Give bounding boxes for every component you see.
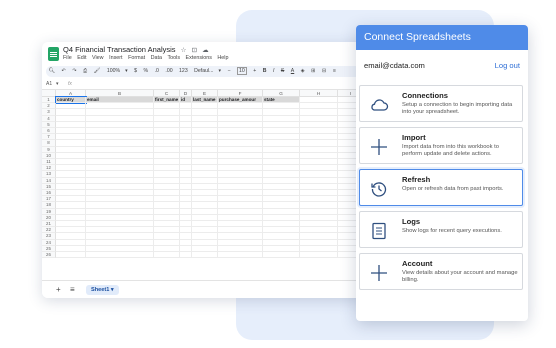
document-icon	[372, 222, 386, 240]
menu-bar: File Edit View Insert Format Data Tools …	[63, 55, 233, 61]
column-header[interactable]: C	[154, 90, 180, 97]
cell[interactable]	[263, 252, 300, 259]
bold-button[interactable]: B	[263, 68, 267, 74]
sheet-tabs-bar: + ≡ Sheet1 ▾	[42, 280, 364, 298]
font-select[interactable]: Defaul...	[194, 68, 213, 74]
menu-view[interactable]: View	[92, 55, 104, 61]
logs-card[interactable]: Logs Show logs for recent query executio…	[359, 211, 523, 248]
spreadsheet-header: Q4 Financial Transaction Analysis ☆ ⊡ ☁ …	[42, 42, 364, 64]
cell[interactable]	[218, 252, 263, 259]
column-header[interactable]: H	[300, 90, 338, 97]
import-card[interactable]: Import Import data from into this workbo…	[359, 127, 523, 164]
borders-icon[interactable]: ⊞	[311, 68, 315, 74]
card-description: Open or refresh data from past imports.	[402, 186, 504, 192]
cell[interactable]	[300, 252, 338, 259]
fx-icon: fx	[68, 81, 72, 87]
italic-button[interactable]: I	[273, 68, 274, 74]
formula-bar: A1 ▾ fx	[42, 80, 364, 90]
cell[interactable]	[180, 252, 192, 259]
add-sheet-button[interactable]: +	[56, 281, 61, 298]
menu-data[interactable]: Data	[151, 55, 162, 61]
document-title[interactable]: Q4 Financial Transaction Analysis	[63, 45, 176, 54]
chevron-down-icon[interactable]: ▾	[111, 287, 114, 293]
currency-button[interactable]: $	[134, 68, 137, 74]
name-box-caret[interactable]: ▾	[56, 80, 59, 89]
strikethrough-button[interactable]: S	[281, 68, 284, 74]
column-header[interactable]: F	[218, 90, 263, 97]
menu-format[interactable]: Format	[128, 55, 145, 61]
column-header[interactable]: G	[263, 90, 300, 97]
toolbar: 🔍︎ ↶ ↷ ⎙ 🖌︎ 100% ▾ $ % .0 .00 123 Defaul.…	[46, 66, 360, 77]
account-row: email@cdata.com Log out	[364, 61, 520, 74]
zoom-select[interactable]: 100%	[107, 68, 120, 74]
cell[interactable]	[154, 252, 180, 259]
number-format-button[interactable]: 123	[179, 68, 188, 74]
card-description: View details about your account and mana…	[402, 270, 518, 283]
card-title: Import	[402, 133, 426, 142]
decrease-decimal-button[interactable]: .0	[155, 68, 159, 74]
cloud-status-icon[interactable]: ☁	[202, 47, 209, 54]
select-all-corner[interactable]	[42, 90, 56, 97]
name-box[interactable]: A1	[46, 80, 52, 89]
font-size-increase-button[interactable]: +	[253, 68, 256, 74]
cell[interactable]	[192, 252, 218, 259]
menu-file[interactable]: File	[63, 55, 72, 61]
move-to-folder-icon[interactable]: ⊡	[192, 47, 197, 54]
text-color-button[interactable]: A	[291, 68, 294, 74]
menu-extensions[interactable]: Extensions	[186, 55, 212, 61]
chevron-down-icon: ▾	[218, 68, 222, 74]
menu-edit[interactable]: Edit	[77, 55, 86, 61]
column-header[interactable]: B	[86, 90, 154, 97]
cell[interactable]	[86, 252, 154, 259]
fill-color-icon[interactable]: ◈	[301, 68, 305, 74]
logout-link[interactable]: Log out	[495, 61, 520, 70]
sheets-logo-icon[interactable]	[48, 47, 59, 61]
sheet-tab-label: Sheet1	[91, 287, 110, 293]
merge-cells-icon[interactable]: ⊟	[322, 68, 326, 74]
chevron-down-icon: ▾	[125, 68, 128, 74]
paint-format-icon[interactable]: 🖌︎	[94, 68, 101, 74]
column-header[interactable]: E	[192, 90, 218, 97]
menu-tools[interactable]: Tools	[167, 55, 180, 61]
refresh-history-icon	[371, 182, 387, 197]
card-title: Account	[402, 259, 433, 268]
account-card[interactable]: Account View details about your account …	[359, 253, 523, 290]
card-description: Import data from into this workbook to p…	[402, 144, 499, 157]
column-header[interactable]: D	[180, 90, 192, 97]
card-title: Refresh	[402, 175, 431, 184]
star-icon[interactable]: ☆	[181, 47, 187, 54]
plus-icon	[371, 139, 387, 155]
align-icon[interactable]: ≡	[333, 68, 336, 74]
font-size-input[interactable]: 10	[237, 67, 247, 75]
refresh-card[interactable]: Refresh Open or refresh data from past i…	[359, 169, 523, 206]
percent-button[interactable]: %	[144, 68, 149, 74]
row-number[interactable]: 26	[42, 252, 56, 259]
connect-spreadsheets-panel: Connect Spreadsheets email@cdata.com Log…	[356, 25, 528, 321]
card-description: Show logs for recent query executions.	[402, 228, 502, 234]
search-menus-icon[interactable]: 🔍︎	[49, 68, 56, 74]
undo-icon[interactable]: ↶	[62, 68, 66, 74]
document-title-row: Q4 Financial Transaction Analysis ☆ ⊡ ☁	[63, 45, 209, 54]
redo-icon[interactable]: ↷	[72, 68, 76, 74]
column-header[interactable]: A	[56, 90, 86, 97]
menu-insert[interactable]: Insert	[109, 55, 122, 61]
font-size-decrease-button[interactable]: −	[228, 68, 231, 74]
increase-decimal-button[interactable]: .00	[165, 68, 172, 74]
menu-help[interactable]: Help	[217, 55, 228, 61]
card-title: Logs	[402, 217, 421, 226]
cloud-icon	[371, 99, 389, 111]
spreadsheet-window: Q4 Financial Transaction Analysis ☆ ⊡ ☁ …	[42, 42, 364, 298]
sheet-tab[interactable]: Sheet1 ▾	[86, 285, 119, 295]
card-title: Connections	[402, 91, 448, 100]
all-sheets-button[interactable]: ≡	[70, 281, 75, 298]
card-description: Setup a connection to begin importing da…	[402, 102, 513, 115]
cell[interactable]	[56, 252, 86, 259]
plus-icon	[371, 265, 387, 281]
connections-card[interactable]: Connections Setup a connection to begin …	[359, 85, 523, 122]
print-icon[interactable]: ⎙	[83, 68, 87, 74]
account-email: email@cdata.com	[364, 61, 425, 70]
panel-title: Connect Spreadsheets	[356, 25, 528, 50]
